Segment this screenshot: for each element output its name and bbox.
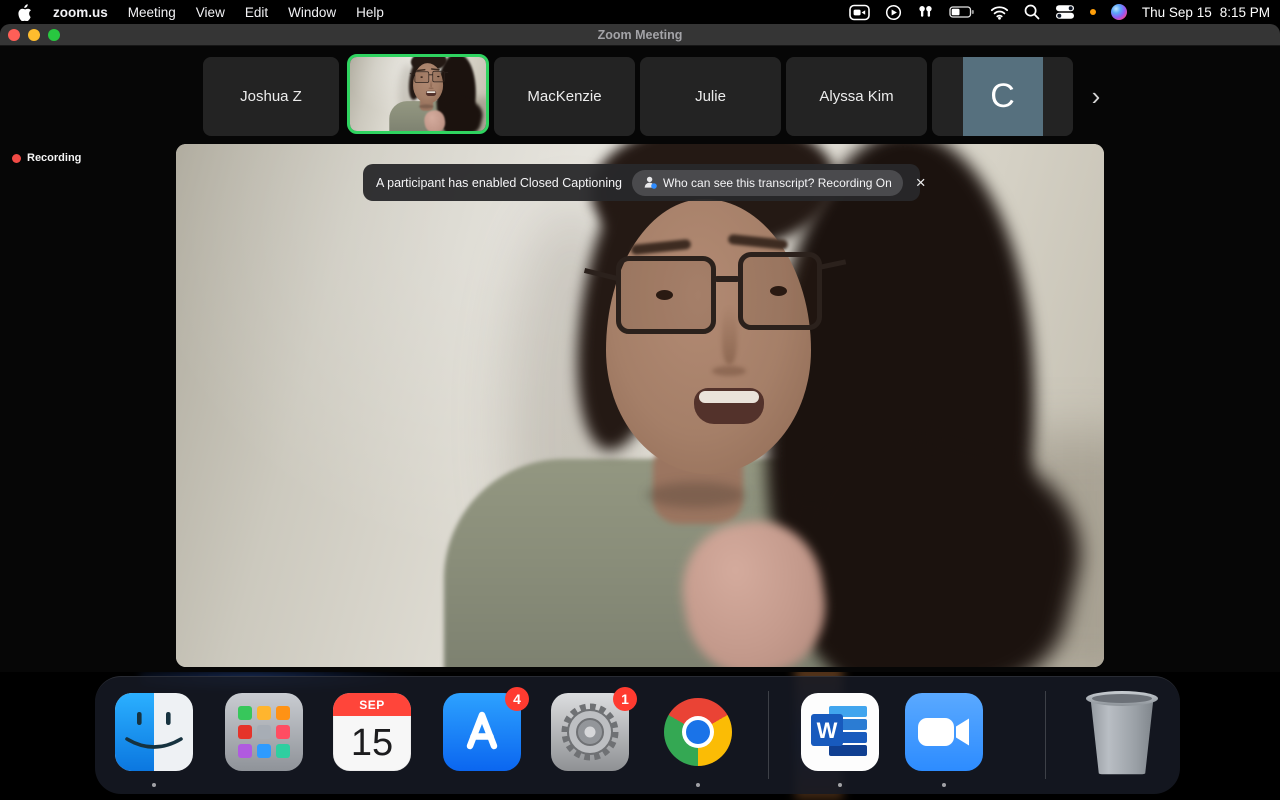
clock-date: Thu Sep 15 bbox=[1141, 4, 1212, 20]
participant-tile-c[interactable]: C bbox=[932, 57, 1073, 136]
dock-finder-icon[interactable] bbox=[115, 693, 193, 771]
dock-system-preferences-icon[interactable]: 1 bbox=[551, 687, 637, 771]
recording-dot-icon bbox=[12, 153, 21, 163]
chrome-logo bbox=[664, 698, 732, 766]
now-playing-icon[interactable] bbox=[885, 4, 902, 21]
person-teeth bbox=[426, 91, 436, 93]
macos-desktop: zoom.us Meeting View Edit Window Help Th… bbox=[0, 0, 1280, 800]
person-eye bbox=[420, 76, 423, 78]
apple-menu-icon[interactable] bbox=[18, 3, 33, 21]
participant-tile-joshua-z[interactable]: Joshua Z bbox=[203, 57, 339, 136]
person-nose bbox=[430, 78, 433, 88]
zoom-meeting-window: Zoom Meeting Joshua Z MacKenzie Julie Al… bbox=[0, 24, 1280, 672]
trash-rim-inner bbox=[1092, 694, 1152, 703]
trash-body bbox=[1090, 700, 1154, 775]
speaker-video-feed bbox=[176, 144, 1104, 667]
person-eye bbox=[437, 75, 440, 78]
dock-launchpad-icon[interactable] bbox=[225, 693, 303, 771]
control-center-icon[interactable] bbox=[1055, 4, 1075, 20]
word-letter: W bbox=[817, 718, 838, 743]
speaker-video-container bbox=[176, 144, 1104, 667]
dock-trash-icon[interactable] bbox=[1085, 689, 1163, 775]
menu-edit[interactable]: Edit bbox=[245, 5, 268, 20]
zoom-running-dot bbox=[942, 783, 946, 787]
app-store-badge: 4 bbox=[505, 687, 529, 711]
participant-tile-mackenzie[interactable]: MacKenzie bbox=[494, 57, 635, 136]
menu-help[interactable]: Help bbox=[356, 5, 384, 20]
avatar-letter: C bbox=[990, 77, 1015, 115]
window-title: Zoom Meeting bbox=[597, 28, 683, 42]
participant-tile-julie[interactable]: Julie bbox=[640, 57, 781, 136]
battery-icon[interactable] bbox=[949, 4, 975, 20]
participant-tile-alyssa-kim[interactable]: Alyssa Kim bbox=[786, 57, 927, 136]
wifi-icon[interactable] bbox=[990, 5, 1009, 20]
system-preferences-badge: 1 bbox=[613, 687, 637, 711]
person-glasses bbox=[714, 276, 740, 282]
menu-window[interactable]: Window bbox=[288, 5, 336, 20]
calendar-day: 15 bbox=[350, 722, 394, 764]
siri-icon[interactable] bbox=[1110, 4, 1127, 20]
person-nose bbox=[712, 366, 746, 376]
participant-name: Julie bbox=[695, 88, 726, 105]
spotlight-search-icon[interactable] bbox=[1024, 4, 1040, 20]
person-nose bbox=[428, 87, 434, 90]
person-collar-shadow bbox=[418, 104, 434, 109]
participant-name: MacKenzie bbox=[527, 88, 602, 105]
clock-time: 8:15 PM bbox=[1219, 4, 1270, 20]
participant-name: Alyssa Kim bbox=[819, 88, 894, 105]
window-titlebar[interactable]: Zoom Meeting bbox=[0, 24, 1280, 46]
dock-separator bbox=[1045, 691, 1046, 779]
dock-zoom-icon[interactable] bbox=[905, 693, 983, 771]
menu-view[interactable]: View bbox=[196, 5, 225, 20]
dock-chrome-icon[interactable] bbox=[659, 693, 737, 771]
banner-close-icon[interactable]: × bbox=[916, 174, 926, 191]
person-teeth bbox=[699, 391, 759, 403]
finder-running-dot bbox=[152, 783, 156, 787]
person-eye bbox=[770, 286, 787, 296]
person-collar-shadow bbox=[646, 482, 746, 508]
menubar-clock[interactable]: Thu Sep 15 8:15 PM bbox=[1142, 5, 1270, 20]
main-speaker-video: A participant has enabled Closed Caption… bbox=[176, 144, 1104, 667]
participant-tile-active-speaker[interactable] bbox=[347, 54, 489, 134]
word-running-dot bbox=[838, 783, 842, 787]
calendar-month: SEP bbox=[333, 693, 411, 716]
person-nose bbox=[722, 306, 737, 364]
chrome-running-dot bbox=[696, 783, 700, 787]
active-speaker-thumbnail-video bbox=[350, 57, 486, 131]
participant-avatar: C bbox=[962, 57, 1043, 136]
dock-separator bbox=[768, 691, 769, 779]
filmstrip-next-chevron-icon[interactable]: › bbox=[1084, 83, 1108, 110]
speaker-video-feed bbox=[350, 57, 486, 131]
transcript-info-button[interactable]: Who can see this transcript? Recording O… bbox=[632, 169, 903, 196]
participant-name: Joshua Z bbox=[240, 88, 302, 105]
airpods-icon[interactable] bbox=[917, 4, 934, 20]
person-eye bbox=[656, 290, 673, 300]
person-glasses bbox=[428, 74, 433, 76]
banner-message: A participant has enabled Closed Caption… bbox=[376, 175, 623, 190]
recording-label: Recording bbox=[27, 152, 82, 164]
dock-app-store-icon[interactable]: 4 bbox=[443, 687, 529, 771]
transcript-button-label: Who can see this transcript? Recording O… bbox=[663, 175, 892, 190]
menubar-app-name[interactable]: zoom.us bbox=[53, 5, 108, 20]
dock: SEP 15 4 1 W bbox=[95, 676, 1180, 794]
person-transcript-icon bbox=[644, 176, 657, 189]
dock-word-icon[interactable]: W bbox=[801, 693, 879, 771]
recording-indicator: Recording bbox=[12, 152, 81, 164]
menu-bar: zoom.us Meeting View Edit Window Help Th… bbox=[0, 0, 1280, 24]
dock-calendar-icon[interactable]: SEP 15 bbox=[333, 693, 411, 771]
notification-dot bbox=[1089, 9, 1096, 15]
menu-meeting[interactable]: Meeting bbox=[128, 5, 176, 20]
closed-captioning-banner: A participant has enabled Closed Caption… bbox=[363, 164, 926, 201]
screen-recording-camera-icon[interactable] bbox=[849, 4, 870, 21]
